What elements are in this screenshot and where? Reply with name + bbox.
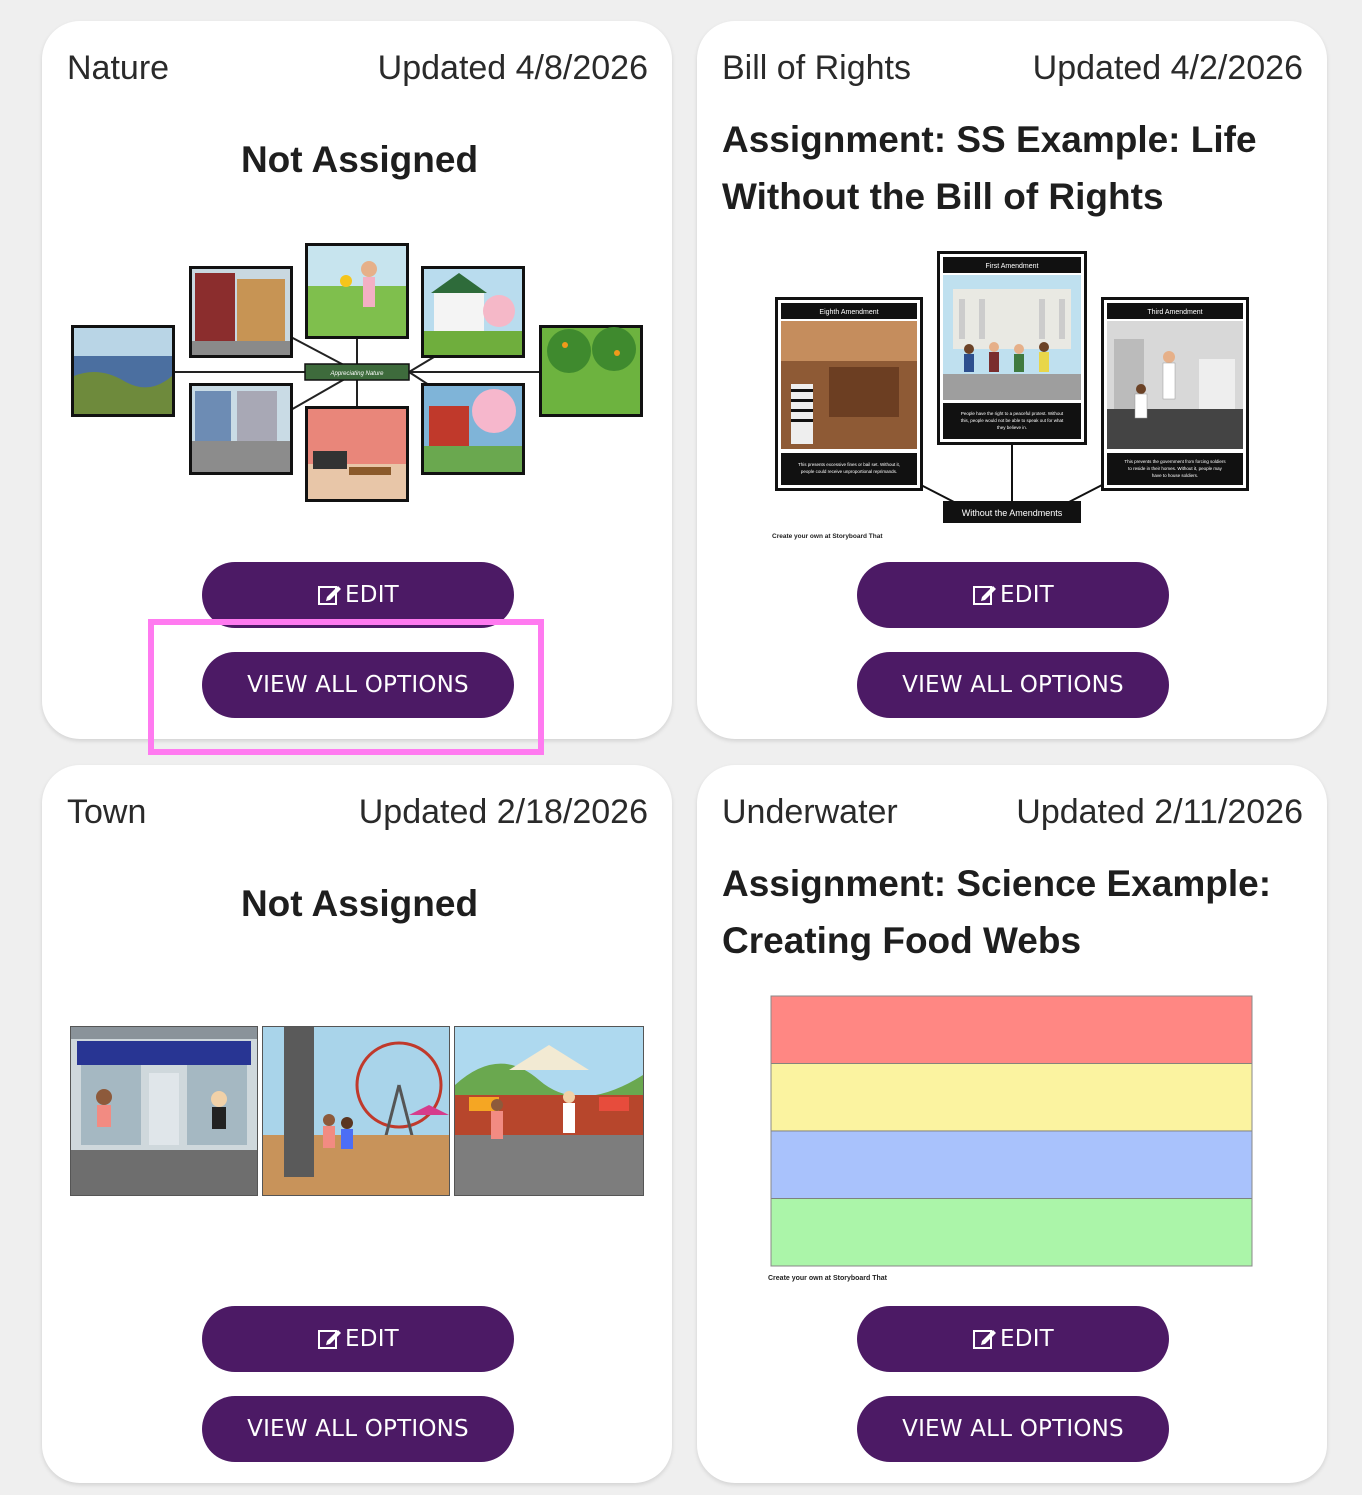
svg-text:This presents excessive fines: This presents excessive fines or bail se… (798, 462, 900, 467)
credit-text: Create your own at Storyboard That (768, 1275, 888, 1282)
edit-label: EDIT (345, 1326, 399, 1352)
svg-text:This prevents the government f: This prevents the government from forcin… (1124, 459, 1226, 464)
food-web-band (770, 1198, 1253, 1267)
svg-text:People have the right to a pea: People have the right to a peaceful prot… (961, 411, 1064, 416)
card-category: Town (67, 793, 147, 831)
panel-heading: Eighth Amendment (819, 309, 878, 316)
food-web-band (770, 1130, 1253, 1199)
svg-text:people could receive unproport: people could receive unproportional repr… (801, 469, 897, 474)
storyboard-card-town: Town Updated 2/18/2026 Not Assigned EDIT… (42, 765, 672, 1483)
panel-heading: Third Amendment (1147, 309, 1202, 316)
view-all-options-button[interactable]: VIEW ALL OPTIONS (857, 1396, 1169, 1462)
highlight-box (148, 619, 544, 755)
edit-icon (317, 583, 343, 607)
storyboard-thumbnail[interactable]: Create your own at Storyboard That (765, 995, 1255, 1285)
svg-text:to reside in their homes. With: to reside in their homes. Without it, pe… (1128, 466, 1223, 471)
edit-icon (972, 1327, 998, 1351)
food-web-band (770, 995, 1253, 1064)
card-status-title: Not Assigned (240, 139, 479, 180)
card-category: Nature (67, 49, 170, 87)
edit-icon (317, 1327, 343, 1351)
card-updated-date: Updated 2/11/2026 (1016, 793, 1303, 831)
storyboard-card-underwater: Underwater Updated 2/11/2026 Assignment:… (697, 765, 1327, 1483)
edit-button[interactable]: EDIT (202, 1306, 514, 1372)
storyboard-thumbnail[interactable]: Appreciating Nature (69, 241, 645, 503)
edit-label: EDIT (1000, 582, 1054, 608)
card-category: Underwater (722, 793, 898, 831)
food-web-band (770, 1063, 1253, 1132)
svg-text:this, people would not be able: this, people would not be able to speak … (961, 418, 1064, 423)
card-header: Bill of Rights Updated 4/2/2026 (722, 49, 1303, 88)
card-updated-date: Updated 2/18/2026 (358, 793, 648, 831)
card-status-title: Assignment: Science Example: Creating Fo… (722, 863, 1272, 961)
card-updated-date: Updated 4/2/2026 (1032, 49, 1303, 87)
card-header: Nature Updated 4/8/2026 (67, 49, 648, 88)
storyboard-thumbnail[interactable]: Eighth Amendment This presents excessive… (769, 249, 1259, 544)
svg-text:have to house soldiers.: have to house soldiers. (1152, 473, 1198, 478)
edit-label: EDIT (1000, 1326, 1054, 1352)
svg-text:they believe in.: they believe in. (997, 425, 1027, 430)
view-all-options-button[interactable]: VIEW ALL OPTIONS (857, 652, 1169, 718)
card-status-title: Not Assigned (240, 883, 479, 924)
edit-icon (972, 583, 998, 607)
food-web-bands (770, 995, 1253, 1267)
credit-text: Create your own at Storyboard That (772, 533, 883, 540)
storyboard-card-bill-of-rights: Bill of Rights Updated 4/2/2026 Assignme… (697, 21, 1327, 739)
edit-button[interactable]: EDIT (857, 562, 1169, 628)
panel-heading: First Amendment (986, 263, 1039, 270)
card-header: Town Updated 2/18/2026 (67, 793, 648, 832)
card-status-title: Assignment: SS Example: Life Without the… (722, 119, 1257, 217)
storyboard-thumbnail[interactable] (69, 1025, 645, 1197)
diagram-center-label: Appreciating Nature (329, 371, 384, 377)
view-all-options-button[interactable]: VIEW ALL OPTIONS (202, 1396, 514, 1462)
card-updated-date: Updated 4/8/2026 (377, 49, 648, 87)
edit-button[interactable]: EDIT (857, 1306, 1169, 1372)
edit-label: EDIT (345, 582, 399, 608)
center-label: Without the Amendments (962, 508, 1063, 518)
card-header: Underwater Updated 2/11/2026 (722, 793, 1303, 832)
card-category: Bill of Rights (722, 49, 911, 87)
